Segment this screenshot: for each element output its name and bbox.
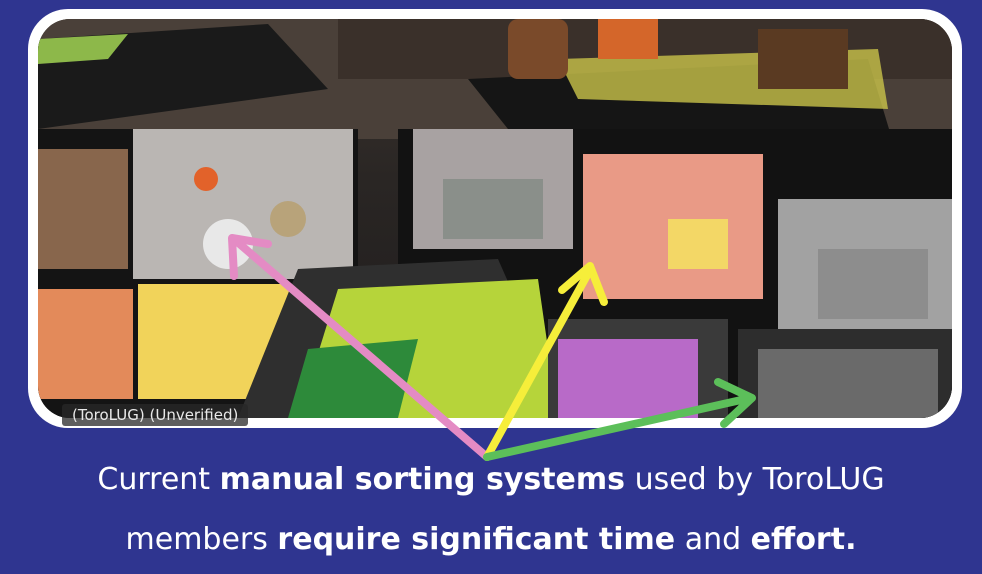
pink-arrow-icon xyxy=(231,236,491,461)
caption-line-1: Current manual sorting systems used by T… xyxy=(0,460,982,500)
yellow-arrow-icon xyxy=(483,266,594,461)
caption-bold-text: manual sorting systems xyxy=(219,462,626,497)
caption-text: and xyxy=(675,522,751,557)
caption-text: Current xyxy=(97,462,220,497)
green-arrow-icon xyxy=(483,394,754,461)
caption-text: used by ToroLUG xyxy=(625,462,885,497)
caption-bold-text: effort. xyxy=(750,522,857,557)
caption-line-2: members require significant time and eff… xyxy=(0,520,982,560)
caption-bold-text: require significant time xyxy=(277,522,676,557)
caption-text: members xyxy=(125,522,278,557)
